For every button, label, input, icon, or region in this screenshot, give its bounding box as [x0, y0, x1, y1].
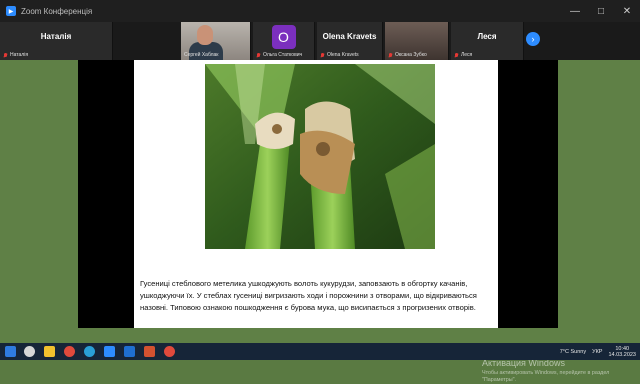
- avatar: O: [271, 25, 296, 49]
- next-page-button[interactable]: ›: [526, 32, 540, 46]
- participant-tile[interactable]: Сергей Хаблак: [181, 22, 251, 60]
- participant-footer: Ольга Статкович: [256, 52, 302, 58]
- presentation-slide: Гусениці стеблового метелика ушкоджують …: [134, 60, 498, 328]
- muted-mic-icon: [454, 52, 459, 58]
- participant-footer: Оксана Зубко: [388, 52, 427, 58]
- shared-screen: Гусениці стеблового метелика ушкоджують …: [78, 60, 558, 328]
- muted-mic-icon: [3, 52, 8, 58]
- language-indicator[interactable]: УКР: [592, 349, 602, 355]
- chrome-icon[interactable]: [64, 346, 75, 357]
- participant-footer: Olena Kravets: [320, 52, 359, 58]
- clock-date: 14.03.2023: [608, 351, 636, 358]
- participant-footer: Леся: [454, 52, 472, 58]
- windows-start-icon[interactable]: [5, 346, 16, 357]
- participant-name: Olena Kravets: [322, 32, 377, 41]
- participant-strip: Наталія Наталія Сергей Хаблак O Ольга Ст…: [0, 22, 640, 60]
- watermark-text: Чтобы активировать Windows, перейдите в …: [482, 370, 610, 383]
- windows-activation-watermark: Активация Windows Чтобы активировать Win…: [482, 358, 640, 384]
- close-button[interactable]: ✕: [614, 0, 640, 22]
- participant-footer: Сергей Хаблак: [184, 52, 219, 58]
- corn-stalk-photo: [205, 64, 435, 249]
- window-titlebar: ▶ Zoom Конференція — □ ✕: [0, 0, 640, 22]
- search-icon[interactable]: [24, 346, 35, 357]
- participant-tile[interactable]: Леся Леся: [451, 22, 524, 60]
- window-controls: — □ ✕: [562, 0, 640, 22]
- clock[interactable]: 10:40 14.03.2023: [608, 346, 636, 358]
- system-tray: 7°C Sunny УКР 10:40 14.03.2023: [560, 343, 636, 360]
- participant-tile[interactable]: O Ольга Статкович: [253, 22, 315, 60]
- powerpoint-icon[interactable]: [144, 346, 155, 357]
- weather-status[interactable]: 7°C Sunny: [560, 349, 586, 355]
- telegram-icon[interactable]: [84, 346, 95, 357]
- windows-taskbar: 7°C Sunny УКР 10:40 14.03.2023: [0, 343, 640, 360]
- participant-label: Наталія: [10, 52, 29, 58]
- participant-name: Леся: [477, 32, 497, 41]
- file-explorer-icon[interactable]: [44, 346, 55, 357]
- participant-label: Ольга Статкович: [263, 52, 303, 58]
- word-icon[interactable]: [124, 346, 135, 357]
- zoom-app-icon: ▶: [6, 6, 16, 16]
- maximize-button[interactable]: □: [588, 0, 614, 22]
- zoom-taskbar-icon[interactable]: [104, 346, 115, 357]
- browser-icon[interactable]: [164, 346, 175, 357]
- chevron-right-icon: ›: [531, 34, 535, 44]
- participant-label: Olena Kravets: [327, 52, 359, 58]
- participant-label: Сергей Хаблак: [184, 52, 219, 58]
- minimize-button[interactable]: —: [562, 0, 588, 22]
- muted-mic-icon: [256, 52, 261, 58]
- slide-caption: Гусениці стеблового метелика ушкоджують …: [140, 279, 477, 312]
- meeting-main-area: Гусениці стеблового метелика ушкоджують …: [0, 60, 640, 383]
- participant-tile[interactable]: Наталія Наталія: [0, 22, 113, 60]
- participant-tile[interactable]: Оксана Зубко: [385, 22, 449, 60]
- participant-name: Наталія: [40, 32, 72, 41]
- muted-mic-icon: [388, 52, 393, 58]
- participant-tile[interactable]: Olena Kravets Olena Kravets: [317, 22, 383, 60]
- participant-label: Леся: [461, 52, 473, 58]
- participant-label: Оксана Зубко: [395, 52, 427, 58]
- muted-mic-icon: [320, 52, 325, 58]
- participant-footer: Наталія: [3, 52, 28, 58]
- window-title: Zoom Конференція: [21, 6, 93, 16]
